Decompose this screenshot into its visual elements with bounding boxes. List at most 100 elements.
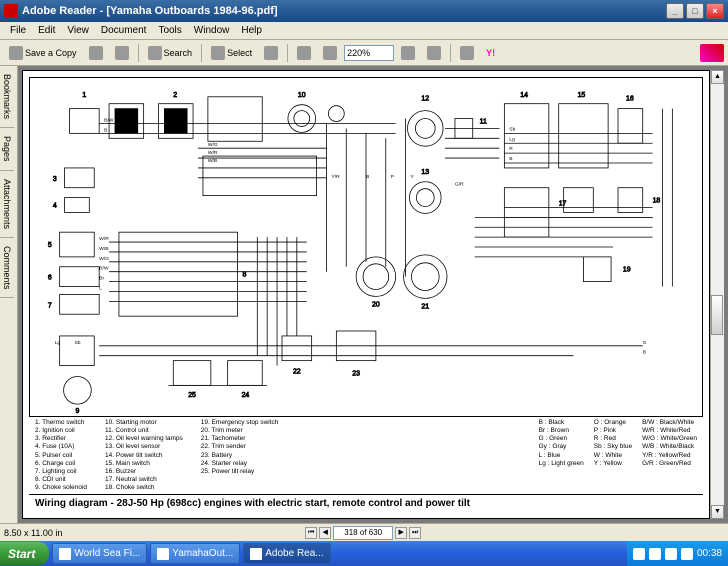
tab-pages[interactable]: Pages [0, 128, 14, 171]
email-icon [115, 46, 129, 60]
parts-list-item: 16. Buzzer [105, 468, 183, 476]
search-button[interactable]: Search [143, 43, 198, 63]
color-legend-item: Gy : Gray [539, 443, 584, 451]
color-legend-item: G : Green [539, 435, 584, 443]
page-number-input[interactable]: 318 of 630 [333, 526, 393, 540]
svg-text:W/R: W/R [99, 236, 109, 242]
windows-taskbar: Start World Sea Fi... YamahaOut... Adobe… [0, 541, 728, 566]
svg-text:W/B: W/B [208, 158, 218, 164]
color-legend-item: O : Orange [594, 419, 632, 427]
document-viewer[interactable]: 1 2 10 12 11 14 15 16 3 4 [18, 66, 728, 523]
menu-document[interactable]: Document [95, 23, 153, 38]
tray-icon[interactable] [649, 548, 661, 560]
select-button[interactable]: Select [206, 43, 257, 63]
scroll-down-button[interactable]: ▼ [711, 505, 724, 519]
color-legend-item: B/W : Black/White [642, 419, 697, 427]
svg-text:G: G [643, 340, 647, 346]
svg-text:L: L [99, 285, 102, 291]
svg-text:W/R: W/R [208, 150, 218, 156]
clock[interactable]: 00:38 [697, 548, 722, 559]
first-page-button[interactable]: ⏮ [305, 527, 317, 539]
svg-text:24: 24 [242, 392, 250, 399]
task-item[interactable]: World Sea Fi... [52, 543, 147, 564]
maximize-button[interactable]: □ [686, 3, 704, 19]
camera-icon [264, 46, 278, 60]
parts-list-item: 13. Oil level sensor [105, 443, 183, 451]
menu-help[interactable]: Help [235, 23, 268, 38]
svg-text:6: 6 [48, 275, 52, 282]
snapshot-button[interactable] [259, 43, 283, 63]
svg-text:5: 5 [48, 242, 52, 249]
task-item[interactable]: YamahaOut... [150, 543, 240, 564]
vertical-scrollbar[interactable]: ▲ ▼ [710, 70, 724, 519]
scroll-track[interactable] [711, 84, 724, 505]
parts-list-item: 15. Main switch [105, 460, 183, 468]
side-tabs: Bookmarks Pages Attachments Comments [0, 66, 18, 523]
parts-list-item: 19. Emergency stop switch [201, 419, 279, 427]
tab-bookmarks[interactable]: Bookmarks [0, 66, 14, 128]
svg-text:W/G: W/G [99, 256, 109, 262]
svg-text:10: 10 [298, 92, 306, 99]
zoom-out-button[interactable] [292, 43, 316, 63]
parts-list-item: 5. Pulser coil [35, 452, 87, 460]
close-button[interactable]: × [706, 3, 724, 19]
svg-text:12: 12 [421, 96, 429, 103]
svg-text:P: P [391, 174, 395, 180]
svg-text:R: R [509, 146, 513, 152]
menu-file[interactable]: File [4, 23, 32, 38]
menu-window[interactable]: Window [188, 23, 236, 38]
system-tray[interactable]: 00:38 [627, 541, 728, 566]
pdf-page: 1 2 10 12 11 14 15 16 3 4 [22, 70, 710, 519]
zoom-in-button[interactable] [318, 43, 342, 63]
help-button[interactable] [455, 43, 479, 63]
window-titlebar: Adobe Reader - [Yamaha Outboards 1984-96… [0, 0, 728, 22]
menu-edit[interactable]: Edit [32, 23, 61, 38]
svg-text:19: 19 [623, 267, 631, 274]
separator [450, 44, 451, 62]
last-page-button[interactable]: ⏭ [409, 527, 421, 539]
app-icon [59, 548, 71, 560]
prev-page-button[interactable]: ◀ [319, 527, 331, 539]
parts-list-item: 4. Fuse (10A) [35, 443, 87, 451]
task-item-active[interactable]: Adobe Rea... [243, 543, 330, 564]
fit-page-button[interactable] [396, 43, 420, 63]
tab-comments[interactable]: Comments [0, 238, 14, 299]
svg-text:13: 13 [421, 169, 429, 176]
separator [201, 44, 202, 62]
tray-icon[interactable] [665, 548, 677, 560]
scroll-thumb[interactable] [711, 295, 723, 335]
parts-list-item: 23. Battery [201, 452, 279, 460]
svg-text:Br: Br [99, 276, 104, 282]
svg-text:Lg: Lg [55, 340, 61, 346]
zoom-input[interactable]: 220% [344, 45, 394, 61]
tray-icon[interactable] [633, 548, 645, 560]
next-page-button[interactable]: ▶ [395, 527, 407, 539]
fit-width-button[interactable] [422, 43, 446, 63]
tab-attachments[interactable]: Attachments [0, 171, 14, 238]
parts-list-item: 20. Trim meter [201, 427, 279, 435]
tray-icon[interactable] [681, 548, 693, 560]
scroll-up-button[interactable]: ▲ [711, 70, 724, 84]
parts-list-item: 14. Power tilt switch [105, 452, 183, 460]
save-icon [9, 46, 23, 60]
menu-view[interactable]: View [61, 23, 95, 38]
minimize-button[interactable]: _ [666, 3, 684, 19]
svg-text:Sb: Sb [509, 126, 515, 132]
menu-tools[interactable]: Tools [152, 23, 187, 38]
zoom-in-icon [323, 46, 337, 60]
adobe-logo [700, 44, 724, 62]
email-button[interactable] [110, 43, 134, 63]
start-button[interactable]: Start [0, 542, 49, 565]
yahoo-button[interactable]: Y! [481, 43, 500, 63]
separator [287, 44, 288, 62]
save-copy-button[interactable]: Save a Copy [4, 43, 82, 63]
svg-text:G/R: G/R [455, 182, 464, 188]
print-button[interactable] [84, 43, 108, 63]
app-icon [157, 548, 169, 560]
menu-bar: File Edit View Document Tools Window Hel… [0, 22, 728, 40]
parts-legend: 1. Thermo switch2. Ignition coil3. Recti… [29, 417, 703, 494]
zoom-out-icon [297, 46, 311, 60]
svg-text:8: 8 [242, 272, 246, 279]
svg-text:W/G: W/G [208, 142, 218, 148]
doc-title: [Yamaha Outboards 1984-96.pdf] [106, 5, 277, 17]
